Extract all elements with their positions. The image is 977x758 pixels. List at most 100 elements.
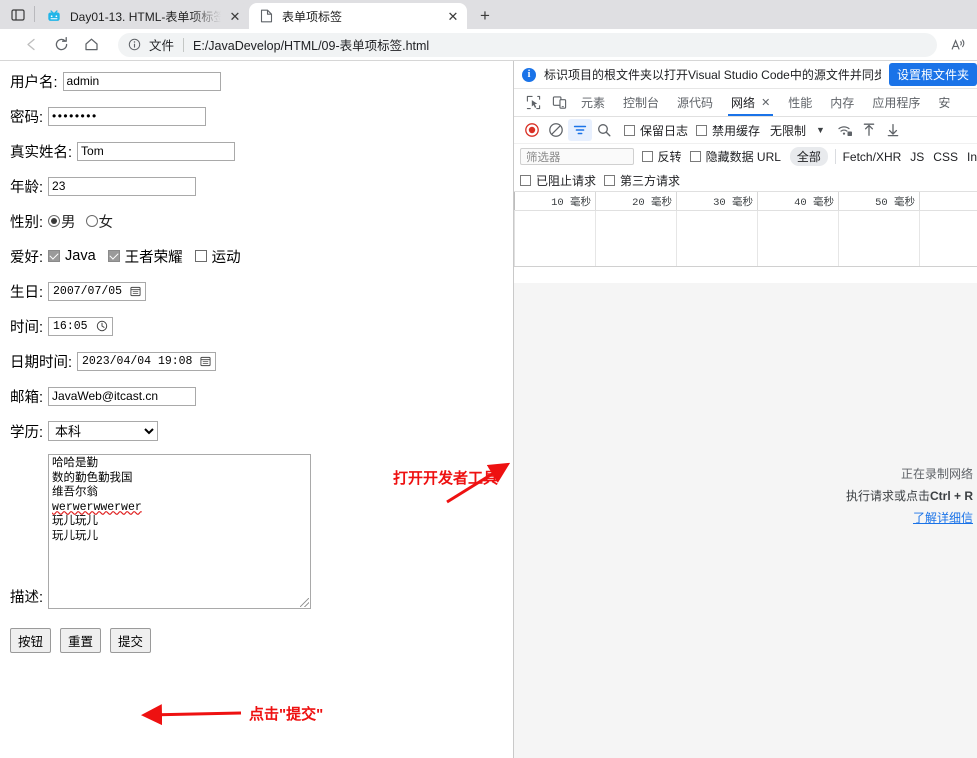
hide-data-urls-checkbox[interactable]: 隐藏数据 URL (689, 148, 781, 165)
filter-icon[interactable] (568, 119, 592, 141)
timeline-tick: 20 毫秒 (596, 192, 677, 210)
calendar-icon[interactable] (200, 356, 211, 367)
checkbox-icon[interactable] (107, 250, 120, 262)
browser-tab-1[interactable]: Day01-13. HTML-表单项标签_哔 ✕ (37, 3, 249, 29)
checkbox-icon[interactable] (194, 250, 207, 262)
reload-icon[interactable] (46, 31, 76, 59)
blocked-requests-checkbox[interactable]: 已阻止请求 (520, 172, 596, 189)
datetime-label: 日期时间: (10, 354, 73, 371)
network-overview[interactable] (514, 211, 977, 267)
gender-label: 性别: (10, 214, 44, 231)
checkbox-icon[interactable] (604, 174, 616, 186)
home-icon[interactable] (76, 31, 106, 59)
generic-button[interactable]: 按钮 (10, 628, 52, 653)
clear-icon[interactable] (544, 119, 568, 141)
overview-column (515, 211, 596, 266)
devtools-tab-elements[interactable]: 元素 (572, 90, 614, 116)
hobby-option-java[interactable]: Java (48, 248, 96, 264)
filter-type-css[interactable]: CSS (933, 150, 958, 164)
filter-input[interactable]: 筛选器 (520, 148, 634, 165)
hobby-option-sport[interactable]: 运动 (194, 246, 241, 267)
export-har-icon[interactable] (881, 119, 905, 141)
tab-search-icon[interactable] (8, 5, 28, 25)
set-root-folder-button[interactable]: 设置根文件夹 (888, 63, 977, 86)
preserve-log-checkbox[interactable]: 保留日志 (624, 122, 688, 139)
hobby-checkbox-group: Java 王者荣耀 运动 (48, 246, 253, 267)
field-row-education: 学历: 本科 (10, 419, 311, 443)
realname-input[interactable] (77, 141, 236, 161)
filter-type-img[interactable]: In (967, 150, 977, 164)
submit-button[interactable]: 提交 (110, 628, 152, 653)
devtools-tab-memory[interactable]: 内存 (821, 90, 863, 116)
hobby-option-wangzhe[interactable]: 王者荣耀 (107, 246, 183, 267)
devtools-tab-performance[interactable]: 性能 (779, 90, 821, 116)
network-timeline-ruler: 10 毫秒 20 毫秒 30 毫秒 40 毫秒 50 毫秒 60 (514, 192, 977, 211)
chevron-down-icon[interactable]: ▼ (816, 125, 825, 135)
radio-icon[interactable] (48, 215, 61, 227)
gender-option-female[interactable]: 女 (85, 211, 114, 232)
description-textarea[interactable]: 哈哈是勤 数的勤色勤我国 维吾尔翁 werwerwwerwer 玩儿玩儿 玩儿玩儿 (48, 454, 312, 609)
password-input[interactable] (48, 106, 207, 126)
desc-line: 玩儿玩儿 (52, 515, 99, 528)
device-toolbar-icon[interactable] (546, 91, 572, 115)
address-bar[interactable]: 文件 E:/JavaDevelop/HTML/09-表单项标签.html (118, 32, 937, 57)
field-row-time: 时间: 16:05 (10, 314, 311, 338)
throttling-select[interactable]: 无限制 (770, 122, 806, 139)
new-tab-button[interactable]: + (472, 3, 498, 29)
clock-icon[interactable] (96, 320, 108, 332)
network-toolbar: 保留日志 禁用缓存 无限制 ▼ (514, 117, 977, 144)
username-input[interactable] (62, 71, 221, 91)
record-icon[interactable] (520, 119, 544, 141)
devtools-tab-sources[interactable]: 源代码 (668, 90, 722, 116)
desc-line: 维吾尔翁 (52, 486, 99, 499)
read-aloud-icon[interactable] (943, 31, 973, 59)
birthday-input[interactable]: 2007/07/05 (48, 281, 147, 301)
resize-grip-icon[interactable] (300, 598, 310, 607)
third-party-checkbox[interactable]: 第三方请求 (604, 172, 680, 189)
devtools-tab-network[interactable]: 网络 ✕ (722, 90, 779, 116)
page-document-icon (258, 8, 274, 24)
devtools-tab-security[interactable]: 安 (929, 90, 959, 116)
browser-tab-2[interactable]: 表单项标签 ✕ (249, 3, 467, 29)
back-arrow-icon[interactable] (16, 31, 46, 59)
tab-close-button[interactable]: ✕ (227, 8, 243, 24)
disable-cache-checkbox[interactable]: 禁用缓存 (696, 122, 760, 139)
filter-type-js[interactable]: JS (910, 150, 924, 164)
devtools-tab-bar: 元素 控制台 源代码 网络 ✕ 性能 内存 应用程序 安 (514, 89, 977, 117)
checkbox-icon[interactable] (689, 151, 701, 162)
devtools-tab-console[interactable]: 控制台 (614, 90, 668, 116)
checkbox-icon[interactable] (696, 124, 708, 136)
search-icon[interactable] (592, 119, 616, 141)
reset-button[interactable]: 重置 (60, 628, 102, 653)
overview-column (839, 211, 920, 266)
radio-icon[interactable] (85, 215, 98, 227)
info-circle-icon[interactable] (128, 38, 142, 52)
timeline-tick: 40 毫秒 (758, 192, 839, 210)
calendar-icon[interactable] (130, 286, 141, 297)
datetime-input[interactable]: 2023/04/04 19:08 (77, 351, 217, 371)
birthday-value: 2007/07/05 (53, 284, 123, 298)
learn-more-link[interactable]: 了解详细信 (913, 511, 973, 525)
gender-option-label: 女 (98, 214, 114, 231)
close-icon[interactable]: ✕ (761, 96, 770, 109)
age-input[interactable] (48, 176, 197, 196)
tab-close-button[interactable]: ✕ (445, 8, 461, 24)
checkbox-icon[interactable] (48, 250, 61, 262)
gender-option-male[interactable]: 男 (48, 211, 76, 232)
filter-type-fetch-xhr[interactable]: Fetch/XHR (843, 150, 902, 164)
checkbox-icon[interactable] (520, 174, 531, 186)
checkbox-icon[interactable] (641, 151, 653, 162)
infobar-message: 标识项目的根文件夹以打开Visual Studio Code中的源文件并同步更改… (544, 68, 881, 82)
inspect-element-icon[interactable] (520, 91, 546, 115)
checkbox-icon[interactable] (624, 124, 635, 136)
desc-line: 玩儿玩儿 (52, 529, 99, 543)
network-conditions-icon[interactable] (833, 119, 857, 141)
devtools-tab-application[interactable]: 应用程序 (863, 90, 929, 116)
education-select[interactable]: 本科 (48, 421, 159, 441)
filter-type-all[interactable]: 全部 (789, 147, 828, 166)
import-har-icon[interactable] (857, 119, 881, 141)
invert-checkbox[interactable]: 反转 (641, 148, 682, 165)
email-input[interactable] (48, 386, 197, 406)
time-input[interactable]: 16:05 (48, 316, 113, 336)
time-value: 16:05 (53, 319, 88, 333)
